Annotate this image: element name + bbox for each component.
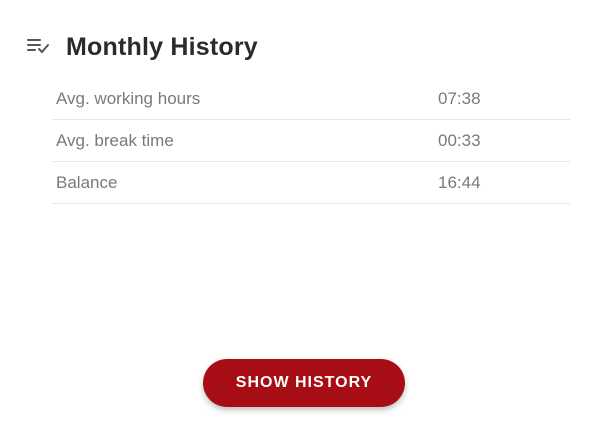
card-header: Monthly History [24, 32, 258, 62]
stats-row: Avg. break time 00:33 [52, 120, 570, 162]
stats-table: Avg. working hours 07:38 Avg. break time… [52, 78, 570, 204]
playlist-check-icon [24, 32, 54, 62]
monthly-history-card: Monthly History Avg. working hours 07:38… [0, 0, 600, 438]
stats-row: Balance 16:44 [52, 162, 570, 204]
stats-label: Balance [56, 172, 118, 192]
stats-value: 07:38 [438, 88, 481, 108]
stats-value: 16:44 [438, 172, 481, 192]
stats-row: Avg. working hours 07:38 [52, 78, 570, 120]
card-title: Monthly History [66, 32, 258, 61]
stats-label: Avg. working hours [56, 88, 201, 108]
show-history-button[interactable]: SHOW HISTORY [203, 359, 405, 407]
stats-label: Avg. break time [56, 130, 174, 150]
stats-value: 00:33 [438, 130, 481, 150]
